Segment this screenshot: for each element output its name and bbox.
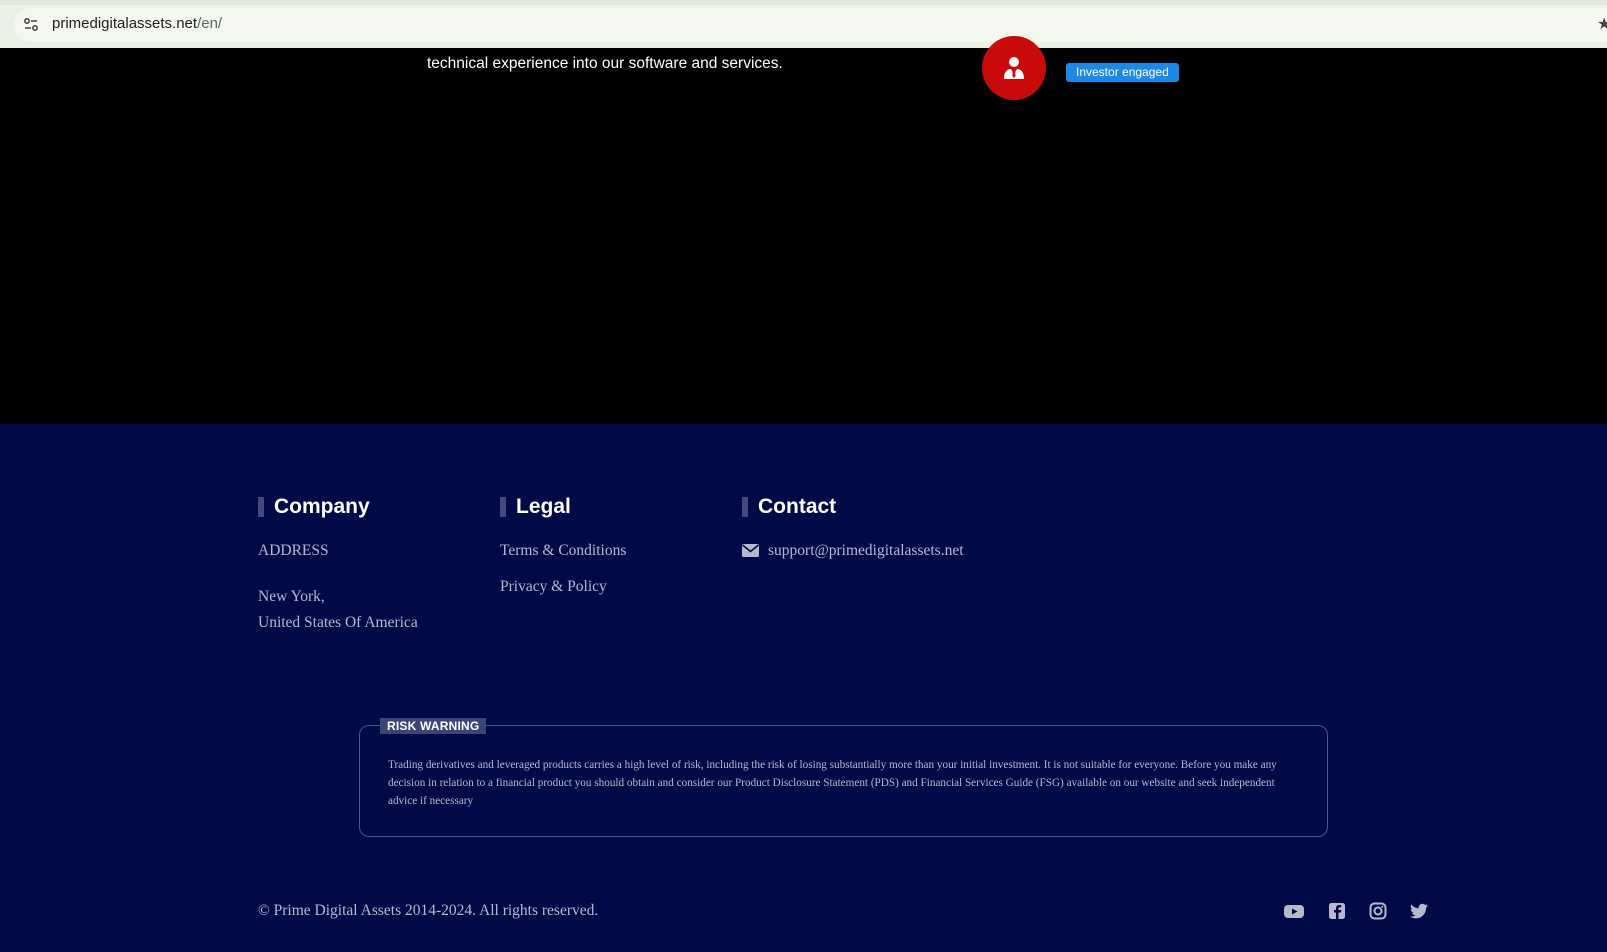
hero-text: technical experience into our software a…	[427, 55, 783, 72]
bookmark-star-icon[interactable]: ★	[1597, 16, 1607, 34]
risk-warning-box: RISK WARNING Trading derivatives and lev…	[359, 718, 1328, 837]
envelope-icon	[742, 544, 759, 557]
contact-heading-label: Contact	[758, 495, 837, 518]
risk-warning-label: RISK WARNING	[380, 718, 487, 734]
avatar	[982, 36, 1046, 100]
url-text[interactable]: primedigitalassets.net/en/	[52, 15, 222, 32]
status-badge: Investor engaged	[1066, 63, 1179, 82]
legal-heading-label: Legal	[516, 495, 571, 518]
user-tie-icon	[1004, 57, 1024, 79]
address-line-1: New York,	[258, 588, 325, 605]
url-field[interactable]	[14, 8, 1607, 42]
hero-section: technical experience into our software a…	[0, 36, 1607, 424]
company-heading: Company	[258, 494, 370, 520]
footer: Company ADDRESS New York, United States …	[0, 424, 1607, 952]
browser-address-bar: primedigitalassets.net/en/ ★	[0, 0, 1607, 48]
support-email-link[interactable]: support@primedigitalassets.net	[768, 542, 964, 560]
terms-link[interactable]: Terms & Conditions	[500, 542, 626, 560]
company-heading-label: Company	[274, 495, 370, 518]
heading-accent-bar	[742, 497, 748, 517]
legal-heading: Legal	[500, 494, 571, 520]
heading-accent-bar	[258, 497, 264, 517]
address-line-2: United States Of America	[258, 614, 418, 631]
copyright-text: © Prime Digital Assets 2014-2024. All ri…	[258, 902, 599, 919]
twitter-icon[interactable]	[1408, 902, 1430, 920]
youtube-icon[interactable]	[1283, 902, 1305, 920]
risk-warning-text: Trading derivatives and leveraged produc…	[388, 759, 1277, 807]
url-path: /en/	[197, 15, 223, 32]
address-label: ADDRESS	[258, 542, 329, 559]
site-info-icon[interactable]	[22, 16, 40, 34]
facebook-icon[interactable]	[1326, 902, 1348, 920]
contact-heading: Contact	[742, 494, 836, 520]
privacy-link[interactable]: Privacy & Policy	[500, 578, 607, 596]
instagram-icon[interactable]	[1367, 902, 1389, 920]
tab-strip	[0, 0, 1607, 5]
heading-accent-bar	[500, 497, 506, 517]
url-domain: primedigitalassets.net	[52, 15, 198, 32]
